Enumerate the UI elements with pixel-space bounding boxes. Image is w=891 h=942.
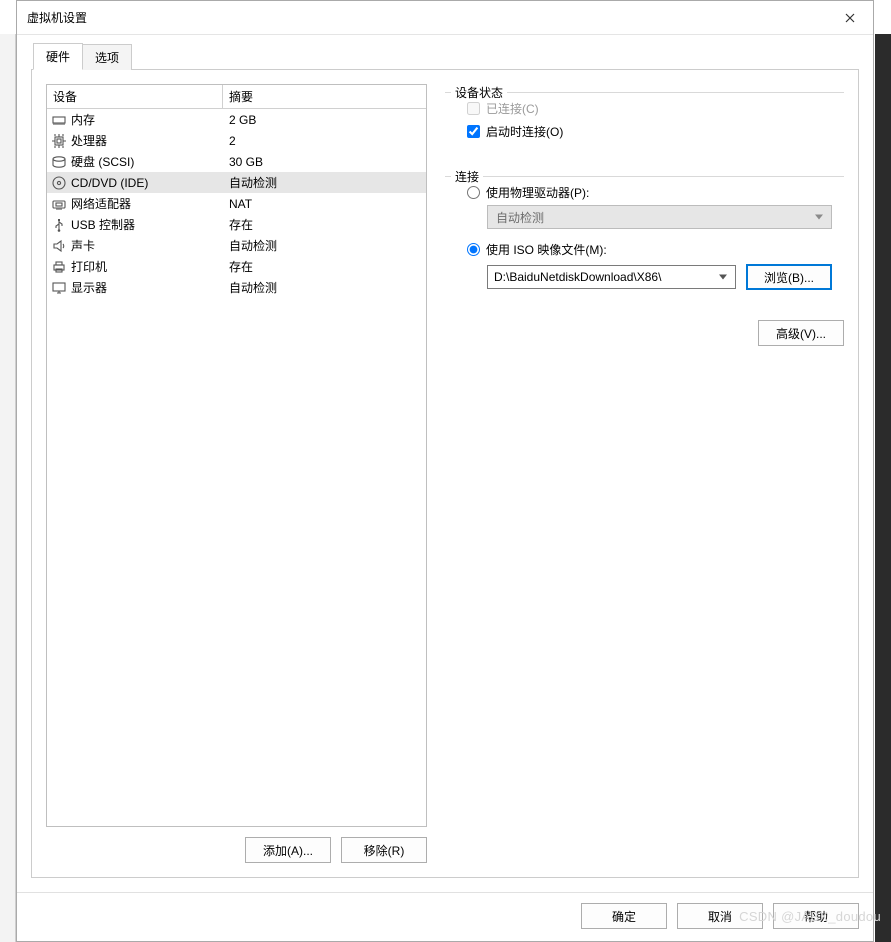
connection-legend: 连接 <box>451 168 483 185</box>
iso-file-select[interactable]: D:\BaiduNetdiskDownload\X86\ <box>487 265 736 289</box>
device-label: 打印机 <box>71 258 107 275</box>
summary-cell: 自动检测 <box>223 174 426 191</box>
device-status-legend: 设备状态 <box>451 84 507 101</box>
connect-at-poweron-row[interactable]: 启动时连接(O) <box>467 123 832 140</box>
connected-checkbox <box>467 102 480 115</box>
summary-cell: 30 GB <box>223 155 426 169</box>
close-icon <box>845 13 855 23</box>
device-cell: 打印机 <box>47 258 223 275</box>
iso-file-row: D:\BaiduNetdiskDownload\X86\ 浏览(B)... <box>487 264 832 290</box>
summary-cell: 自动检测 <box>223 279 426 296</box>
iso-file-radio-row[interactable]: 使用 ISO 映像文件(M): <box>467 241 832 258</box>
device-cell: 网络适配器 <box>47 195 223 212</box>
add-button[interactable]: 添加(A)... <box>245 837 331 863</box>
device-table: 设备 摘要 内存 2 GB 处理器 2 硬盘 (SCSI) 30 GB CD/DVD (ID… <box>46 84 427 827</box>
connect-at-poweron-checkbox[interactable] <box>467 125 480 138</box>
tab-page-hardware: 设备 摘要 内存 2 GB 处理器 2 硬盘 (SCSI) 30 GB CD/DVD (ID… <box>31 69 859 878</box>
usb-icon <box>51 217 67 233</box>
table-row[interactable]: 内存 2 GB <box>47 109 426 130</box>
connection-group: 连接 使用物理驱动器(P): 自动检测 使用 ISO 映像文件(M): <box>445 168 844 304</box>
memory-icon <box>51 112 67 128</box>
device-cell: 硬盘 (SCSI) <box>47 153 223 170</box>
table-header: 设备 摘要 <box>47 85 426 109</box>
device-label: 内存 <box>71 111 95 128</box>
physical-drive-radio[interactable] <box>467 186 480 199</box>
physical-drive-select-value: 自动检测 <box>496 209 544 226</box>
summary-cell: 存在 <box>223 258 426 275</box>
sound-icon <box>51 238 67 254</box>
device-label: 处理器 <box>71 132 107 149</box>
cd-icon <box>51 175 67 191</box>
device-label: CD/DVD (IDE) <box>71 176 148 190</box>
advanced-row: 高级(V)... <box>445 320 844 346</box>
table-row[interactable]: 处理器 2 <box>47 130 426 151</box>
header-summary[interactable]: 摘要 <box>223 85 426 109</box>
table-row[interactable]: 硬盘 (SCSI) 30 GB <box>47 151 426 172</box>
background-left-strip <box>0 34 16 942</box>
client-area: 硬件 选项 设备 摘要 内存 2 GB 处理器 2 硬盘 (SCSI) 30 GB CD/D… <box>17 35 873 892</box>
background-right-strip <box>875 34 891 942</box>
table-buttons: 添加(A)... 移除(R) <box>46 837 427 863</box>
hardware-left-column: 设备 摘要 内存 2 GB 处理器 2 硬盘 (SCSI) 30 GB CD/DVD (ID… <box>46 84 427 863</box>
summary-cell: 自动检测 <box>223 237 426 254</box>
hdd-icon <box>51 154 67 170</box>
vm-settings-window: 虚拟机设置 硬件 选项 设备 摘要 内存 2 GB 处理器 2 硬盘 (SCSI) 30 … <box>16 0 874 942</box>
device-label: 硬盘 (SCSI) <box>71 153 134 170</box>
physical-drive-select: 自动检测 <box>487 205 832 229</box>
header-device[interactable]: 设备 <box>47 85 223 109</box>
device-cell: USB 控制器 <box>47 216 223 233</box>
connect-at-poweron-label: 启动时连接(O) <box>486 123 563 140</box>
connected-checkbox-row: 已连接(C) <box>467 100 832 117</box>
help-button[interactable]: 帮助 <box>773 903 859 929</box>
display-icon <box>51 280 67 296</box>
hardware-right-column: 设备状态 已连接(C) 启动时连接(O) 连接 使用物理驱动器(P): <box>445 84 844 863</box>
device-cell: 处理器 <box>47 132 223 149</box>
device-label: 声卡 <box>71 237 95 254</box>
window-close-button[interactable] <box>827 1 873 34</box>
tab-hardware[interactable]: 硬件 <box>33 43 83 70</box>
dialog-footer: 确定 取消 帮助 <box>17 892 873 941</box>
summary-cell: NAT <box>223 197 426 211</box>
browse-button[interactable]: 浏览(B)... <box>746 264 832 290</box>
device-label: 网络适配器 <box>71 195 131 212</box>
iso-file-label: 使用 ISO 映像文件(M): <box>486 241 607 258</box>
advanced-button[interactable]: 高级(V)... <box>758 320 844 346</box>
table-body: 内存 2 GB 处理器 2 硬盘 (SCSI) 30 GB CD/DVD (IDE) 自动检测… <box>47 109 426 826</box>
table-row[interactable]: CD/DVD (IDE) 自动检测 <box>47 172 426 193</box>
device-cell: 内存 <box>47 111 223 128</box>
table-row[interactable]: 显示器 自动检测 <box>47 277 426 298</box>
summary-cell: 2 <box>223 134 426 148</box>
window-title: 虚拟机设置 <box>27 9 87 26</box>
connected-label: 已连接(C) <box>486 100 539 117</box>
device-status-group: 设备状态 已连接(C) 启动时连接(O) <box>445 84 844 158</box>
table-row[interactable]: USB 控制器 存在 <box>47 214 426 235</box>
tab-options[interactable]: 选项 <box>82 44 132 70</box>
table-row[interactable]: 网络适配器 NAT <box>47 193 426 214</box>
physical-drive-radio-row[interactable]: 使用物理驱动器(P): <box>467 184 832 201</box>
cancel-button[interactable]: 取消 <box>677 903 763 929</box>
titlebar: 虚拟机设置 <box>17 1 873 35</box>
table-row[interactable]: 打印机 存在 <box>47 256 426 277</box>
device-cell: CD/DVD (IDE) <box>47 175 223 191</box>
iso-file-radio[interactable] <box>467 243 480 256</box>
device-label: USB 控制器 <box>71 216 135 233</box>
summary-cell: 存在 <box>223 216 426 233</box>
device-cell: 显示器 <box>47 279 223 296</box>
printer-icon <box>51 259 67 275</box>
ok-button[interactable]: 确定 <box>581 903 667 929</box>
remove-button[interactable]: 移除(R) <box>341 837 427 863</box>
summary-cell: 2 GB <box>223 113 426 127</box>
iso-file-path: D:\BaiduNetdiskDownload\X86\ <box>494 270 661 284</box>
cpu-icon <box>51 133 67 149</box>
table-row[interactable]: 声卡 自动检测 <box>47 235 426 256</box>
device-cell: 声卡 <box>47 237 223 254</box>
net-icon <box>51 196 67 212</box>
tab-strip: 硬件 选项 <box>31 43 859 69</box>
physical-drive-label: 使用物理驱动器(P): <box>486 184 589 201</box>
device-label: 显示器 <box>71 279 107 296</box>
